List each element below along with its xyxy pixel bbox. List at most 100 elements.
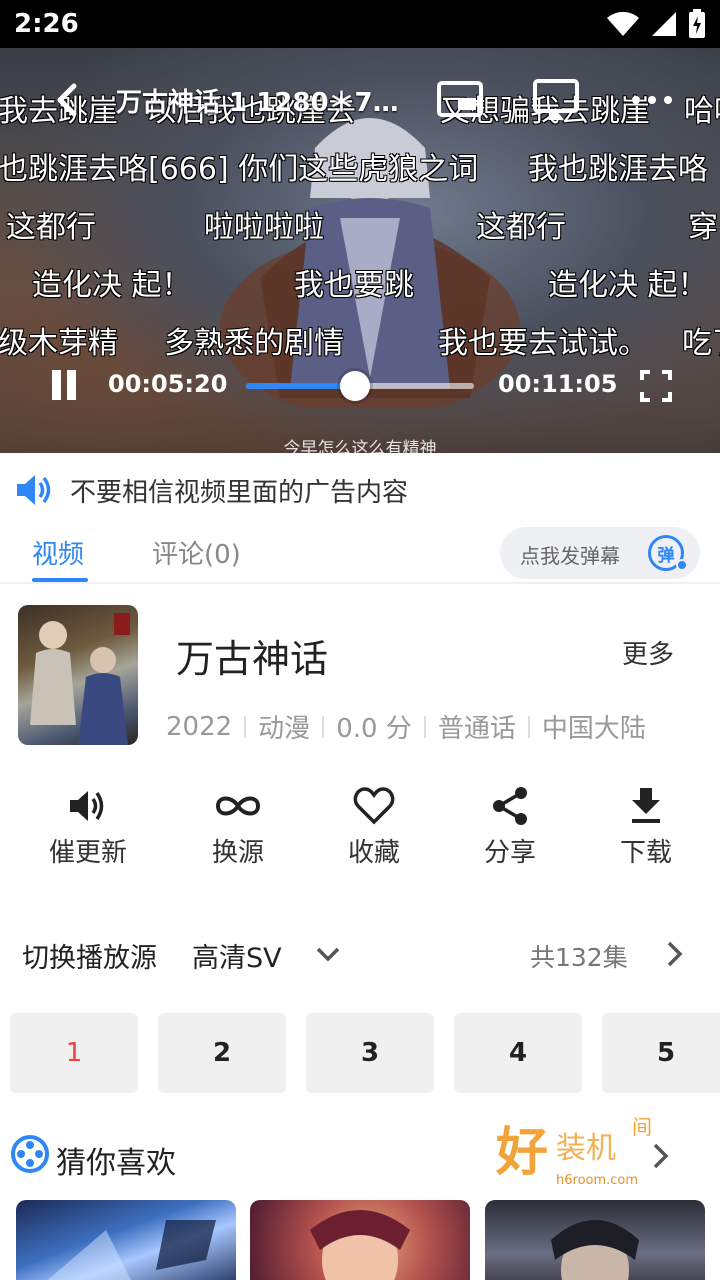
signal-icon (652, 12, 676, 36)
danmu-line: 这都行 (6, 210, 96, 245)
danmu-line: 我也跳涯去咯 (528, 152, 708, 187)
progress-thumb[interactable] (340, 371, 371, 401)
episode-button[interactable]: 1 (10, 1013, 138, 1093)
episode-button[interactable]: 5 (602, 1013, 720, 1093)
tab-comments[interactable]: 评论(0) (152, 534, 241, 571)
danmu-line: 级木芽精 (0, 326, 118, 361)
danmu-line: 造化决 起！ (548, 268, 708, 303)
meta-rating: 0.0 分 (336, 714, 412, 744)
video-subtitle: 今早怎么这么有精神 (283, 439, 437, 453)
speaker-icon (70, 791, 104, 821)
episode-list: 1 2 3 4 5 (0, 1013, 720, 1093)
danmu-line: 我也要去试试。 (438, 326, 648, 361)
total-time: 00:11:05 (498, 370, 618, 398)
notice-text: 不要相信视频里面的广告内容 (70, 477, 409, 508)
status-time: 2:26 (14, 9, 79, 39)
chevron-right-icon[interactable] (650, 1142, 670, 1170)
recommend-header: 猜你喜欢 好 装机 间 h6room.com (0, 1115, 720, 1188)
cast-screen-icon[interactable] (532, 78, 580, 122)
download-icon (632, 788, 660, 823)
meta-separator (423, 715, 426, 738)
switch-source-button[interactable]: 换源 (183, 784, 293, 869)
recommend-card-art (310, 1210, 410, 1280)
notice-bar: 不要相信视频里面的广告内容 (0, 462, 720, 518)
recommend-card-art (551, 1220, 639, 1280)
heart-icon (353, 787, 395, 825)
meta-separator (527, 715, 530, 738)
tab-underline (32, 578, 88, 582)
meta-separator (322, 715, 325, 738)
status-icons (606, 9, 706, 39)
episode-button[interactable]: 4 (454, 1013, 582, 1093)
show-title: 万古神话 (176, 637, 329, 681)
danmu-line: 啦啦啦啦 (204, 210, 324, 245)
more-info-link[interactable]: 更多 (622, 634, 674, 671)
film-reel-icon (11, 1135, 49, 1173)
svg-text:装机: 装机 (556, 1131, 616, 1166)
picture-in-picture-icon[interactable] (436, 80, 484, 120)
site-watermark-logo: 好 装机 间 h6room.com (495, 1115, 652, 1188)
episode-count[interactable]: 共132集 (530, 938, 628, 974)
meta-language: 普通话 (437, 714, 516, 744)
video-player[interactable]: 我去跳崖 以后我也跳崖去 又想骗我去跳崖 哈哈 也跳涯去咯[666] 你们这些虎… (0, 48, 720, 453)
meta-separator (244, 715, 247, 738)
danmu-line: 也跳涯去咯[666] 你们这些虎狼之词 (0, 152, 479, 187)
source-select[interactable]: 高清SV (192, 936, 282, 975)
progress-fill (246, 383, 356, 389)
recommend-card[interactable] (16, 1200, 236, 1280)
wifi-icon (607, 11, 639, 37)
show-cover-image[interactable] (18, 605, 138, 745)
chevron-right-icon[interactable] (664, 940, 684, 968)
episode-button[interactable]: 2 (158, 1013, 286, 1093)
infinity-icon (215, 796, 261, 816)
action-row: 催更新 换源 收藏 分享 下载 (0, 784, 720, 874)
meta-genre: 动漫 (258, 714, 311, 744)
show-meta: 2022 动漫 0.0 分 普通话 中国大陆 (166, 708, 646, 745)
action-label: 催更新 (48, 838, 127, 868)
action-label: 分享 (483, 838, 536, 868)
more-options-icon[interactable] (628, 80, 676, 120)
battery-icon (689, 9, 705, 38)
tab-video[interactable]: 视频 (32, 534, 84, 571)
danmu-placeholder: 点我发弹幕 (520, 544, 620, 568)
pause-button[interactable] (50, 370, 78, 402)
player-title: 万古神话 1 1280＊7… (116, 88, 399, 118)
recommend-card-art (47, 1220, 216, 1280)
danmu-line: 多熟悉的剧情 (164, 326, 344, 361)
meta-year: 2022 (166, 711, 233, 742)
player-topbar: 万古神话 1 1280＊7… (0, 70, 720, 130)
danmu-line: 我也要跳 (294, 268, 414, 303)
chevron-down-icon[interactable] (314, 940, 342, 968)
danmu-dot (676, 559, 688, 571)
download-button[interactable]: 下载 (591, 784, 701, 869)
urge-update-button[interactable]: 催更新 (33, 784, 143, 869)
svg-text:好: 好 (495, 1123, 548, 1183)
progress-bar[interactable] (246, 371, 474, 401)
pause-icon-bar (52, 370, 61, 400)
status-bar: 2:26 (0, 0, 720, 48)
danmu-line: 吃了 (682, 326, 720, 361)
svg-text:h6room.com: h6room.com (556, 1173, 638, 1188)
current-time: 00:05:20 (108, 370, 228, 398)
share-button[interactable]: 分享 (455, 784, 565, 869)
source-row: 切换播放源 高清SV 共132集 (0, 928, 720, 980)
episode-button[interactable]: 3 (306, 1013, 434, 1093)
recommend-list (0, 1200, 720, 1280)
favorite-button[interactable]: 收藏 (319, 784, 429, 869)
player-controls: 00:05:20 00:11:05 (0, 358, 720, 414)
source-label: 切换播放源 (22, 943, 157, 974)
share-icon (493, 787, 527, 825)
danmu-line: 这都行 (476, 210, 566, 245)
meta-region: 中国大陆 (541, 714, 646, 744)
recommend-card[interactable] (250, 1200, 470, 1280)
back-arrow-icon[interactable] (48, 80, 88, 120)
send-danmu-button[interactable]: 点我发弹幕 弹 (500, 527, 700, 579)
action-label: 换源 (211, 838, 264, 868)
recommend-card[interactable] (485, 1200, 705, 1280)
danmu-line: 造化决 起！ (32, 268, 192, 303)
fullscreen-icon[interactable] (640, 370, 672, 402)
danmu-line: 穿 (688, 210, 718, 245)
recommend-title: 猜你喜欢 (56, 1146, 176, 1181)
tab-bar: 视频 评论(0) 点我发弹幕 弹 (0, 522, 720, 584)
pause-icon-bar (67, 370, 76, 400)
